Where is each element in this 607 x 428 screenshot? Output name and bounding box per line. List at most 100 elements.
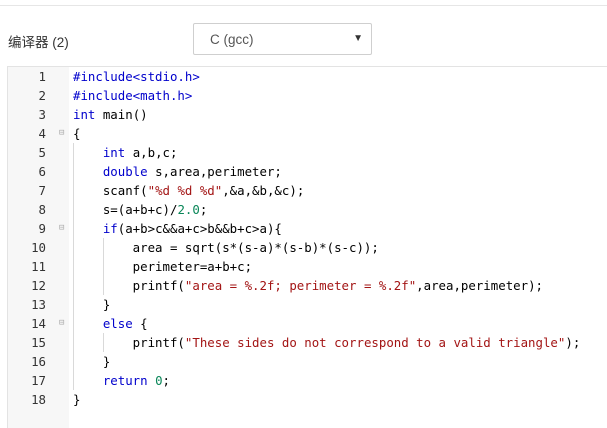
line-code: int a,b,c; — [73, 143, 178, 162]
code-token: (a+b>c&&a+c>b&&b+c>a){ — [117, 221, 282, 236]
line-code: #include<stdio.h> — [73, 67, 200, 86]
line-number: 15 — [31, 335, 46, 350]
chevron-down-icon: ▼ — [353, 33, 363, 44]
code-token: #include<stdio.h> — [73, 69, 200, 84]
code-token: area = sqrt(s*(s-a)*(s-b)*(s-c)); — [73, 240, 379, 255]
line-code: if(a+b>c&&a+c>b&&b+c>a){ — [73, 219, 282, 238]
line-code: } — [73, 352, 110, 371]
line-number: 4 — [38, 126, 46, 141]
code-token: main() — [95, 107, 148, 122]
line-number: 1 — [38, 69, 46, 84]
line-number: 6 — [38, 164, 46, 179]
indent-guide — [73, 143, 74, 390]
line-code: printf("area = %.2f; perimeter = %.2f",a… — [73, 276, 543, 295]
code-line[interactable]: 3 int main() — [8, 105, 607, 124]
code-line[interactable]: 17 return 0; — [8, 371, 607, 390]
line-code: #include<math.h> — [73, 86, 192, 105]
code-line[interactable]: 6 double s,area,perimeter; — [8, 162, 607, 181]
code-token: printf( — [73, 335, 185, 350]
line-number: 13 — [31, 297, 46, 312]
code-token: "area = %.2f; perimeter = %.2f" — [184, 278, 417, 293]
line-code: printf("These sides do not correspond to… — [73, 333, 581, 352]
fold-toggle-icon[interactable]: ⊟ — [59, 124, 64, 143]
code-token: #include<math.h> — [73, 88, 193, 103]
indent-guide — [103, 238, 104, 295]
code-token: 2.0 — [177, 202, 200, 217]
code-token: scanf( — [73, 183, 148, 198]
line-code: { — [73, 124, 80, 143]
line-number: 14 — [31, 316, 46, 331]
line-code: scanf("%d %d %d",&a,&b,&c); — [73, 181, 304, 200]
fold-toggle-icon[interactable]: ⊟ — [59, 314, 64, 333]
code-token: ,&a,&b,&c); — [222, 183, 305, 198]
line-number: 2 — [38, 88, 46, 103]
code-token: } — [73, 297, 111, 312]
code-line[interactable]: 11 perimeter=a+b+c; — [8, 257, 607, 276]
code-token: } — [73, 354, 111, 369]
code-token: "%d %d %d" — [147, 183, 223, 198]
code-line[interactable]: 5 int a,b,c; — [8, 143, 607, 162]
code-token: ; — [199, 202, 208, 217]
line-code: } — [73, 295, 110, 314]
top-divider — [0, 0, 607, 6]
code-token: { — [132, 316, 148, 331]
code-line[interactable]: 9 ⊟ if(a+b>c&&a+c>b&&b+c>a){ — [8, 219, 607, 238]
compiler-label: 编译器 (2) — [8, 35, 69, 50]
code-line[interactable]: 4 ⊟ { — [8, 124, 607, 143]
code-editor[interactable]: 1 #include<stdio.h> 2 #include<math.h> 3 int … — [7, 66, 607, 428]
line-number: 7 — [38, 183, 46, 198]
code-line[interactable]: 1 #include<stdio.h> — [8, 67, 607, 86]
code-token: s=(a+b+c)/ — [73, 202, 178, 217]
code-token: perimeter=a+b+c; — [73, 259, 253, 274]
code-token: } — [73, 392, 81, 407]
code-token: int — [73, 107, 96, 122]
code-token: { — [73, 126, 81, 141]
code-line[interactable]: 14 ⊟ else { — [8, 314, 607, 333]
code-line[interactable]: 18} — [8, 390, 607, 409]
code-token: ; — [162, 373, 171, 388]
compiler-selected-value: C (gcc) — [210, 32, 254, 47]
line-number: 11 — [31, 259, 46, 274]
code-token: a,b,c; — [125, 145, 178, 160]
line-number: 16 — [31, 354, 46, 369]
line-code: return 0; — [73, 371, 170, 390]
compiler-select[interactable]: C (gcc) ▼ — [193, 23, 372, 55]
line-code: } — [73, 390, 80, 409]
line-code: area = sqrt(s*(s-a)*(s-b)*(s-c)); — [73, 238, 379, 257]
code-token: int — [102, 145, 126, 160]
code-token: "These sides do not correspond to a vali… — [184, 335, 566, 350]
indent-guide — [103, 333, 104, 352]
code-line[interactable]: 2 #include<math.h> — [8, 86, 607, 105]
line-code: double s,area,perimeter; — [73, 162, 282, 181]
code-token: return — [102, 373, 148, 388]
line-number: 8 — [38, 202, 46, 217]
code-token: ,area,perimeter); — [416, 278, 543, 293]
code-token: ); — [565, 335, 581, 350]
line-number: 10 — [31, 240, 46, 255]
code-line[interactable]: 13 } — [8, 295, 607, 314]
code-token: 0 — [155, 373, 163, 388]
code-token: printf( — [73, 278, 185, 293]
code-line[interactable]: 15 printf("These sides do not correspond… — [8, 333, 607, 352]
code-token: s,area,perimeter; — [147, 164, 282, 179]
fold-toggle-icon[interactable]: ⊟ — [59, 219, 64, 238]
code-line[interactable]: 12 printf("area = %.2f; perimeter = %.2f… — [8, 276, 607, 295]
line-number: 17 — [31, 373, 46, 388]
code-line[interactable]: 8 s=(a+b+c)/2.0; — [8, 200, 607, 219]
line-number: 3 — [38, 107, 46, 122]
line-code: s=(a+b+c)/2.0; — [73, 200, 207, 219]
line-number: 18 — [31, 392, 46, 407]
code-line[interactable]: 16 } — [8, 352, 607, 371]
code-token: if — [102, 221, 118, 236]
line-number: 12 — [31, 278, 46, 293]
code-token: else — [102, 316, 133, 331]
line-code: else { — [73, 314, 148, 333]
code-line[interactable]: 10 area = sqrt(s*(s-a)*(s-b)*(s-c)); — [8, 238, 607, 257]
code-line[interactable]: 7 scanf("%d %d %d",&a,&b,&c); — [8, 181, 607, 200]
